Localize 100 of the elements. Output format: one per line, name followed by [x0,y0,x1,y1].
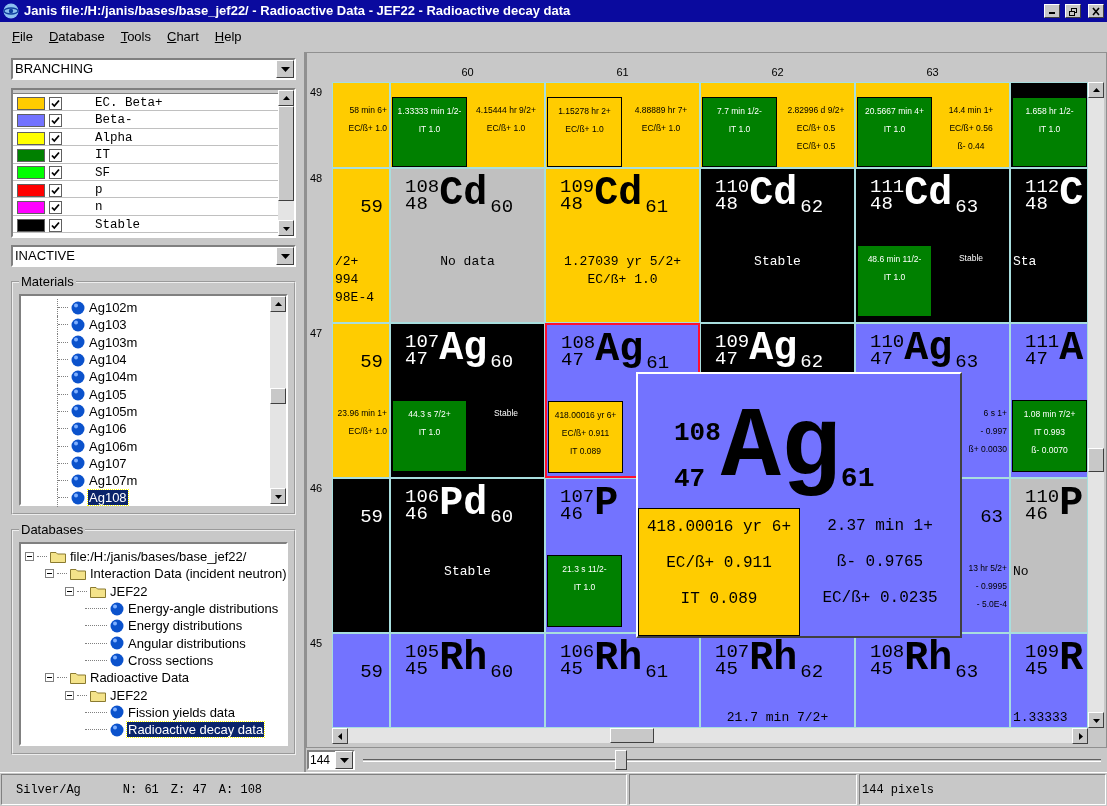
status-text: N: 61 [122,781,159,799]
element-symbol: P [594,484,619,524]
atomic-number: 45 [715,661,739,678]
decay-text: Stable [958,252,984,265]
decay-text: EC/ß+ 0.56 [949,122,993,135]
legend-label: IT [94,147,110,165]
row-label: 48 [310,172,323,184]
decay-text: ß- 0.9765 [835,552,925,573]
neutron-number: 59 [360,505,383,530]
mass-number: 109 [715,334,750,351]
mass-number: 107 [405,334,440,351]
element-symbol: Ag [904,329,953,369]
decay-text: 13 hr 5/2+ [968,562,1007,575]
decay-text: EC/ß+ 0.5 [796,140,836,153]
decay-text: ß+ 0.0030 [968,443,1007,456]
decay-text: 98E-4 [335,289,374,307]
decay-text: ß- 0.44 [957,140,985,153]
decay-text: IT 1.0 [573,581,596,594]
element-symbol: Pd [439,484,488,524]
neutron-number: 59 [360,660,383,685]
atomic-number: 48 [870,196,894,213]
decay-text: IT 0.993 [1033,426,1065,439]
mass-number: 111 [1025,334,1060,351]
decay-text: 6 s 1+ [983,407,1007,420]
decay-text: 2.82996 d 9/2+ [787,104,845,117]
element-symbol: Ag [595,330,644,370]
row-label: 49 [310,86,323,98]
neutron-number: 63 [955,195,979,220]
mass-number: 106 [560,644,595,661]
element-symbol: Cd [749,174,798,214]
decay-text: No [1013,563,1029,581]
decay-text: 4.15444 hr 9/2+ [476,104,536,117]
atomic-number: 46 [560,506,584,523]
decay-text: IT 1.0 [1038,123,1061,136]
row-label: 47 [310,327,323,339]
atomic-number: 47 [561,352,585,369]
neutron-number: 61 [645,660,669,685]
window-title: Janis file:/H:/janis/bases/base_jef22/ - Radioactive Data - JEF22 - Radioactive decay data [24,2,572,21]
element-symbol: C [1059,174,1084,214]
element-symbol: Cd [594,174,643,214]
atomic-number: 48 [560,196,584,213]
status-text: Z: 47 [170,781,207,799]
mass-number: 110 [1025,489,1060,506]
decay-text: 4.88889 hr 7+ [634,104,688,117]
element-symbol: A [1059,329,1084,369]
atomic-number: 48 [405,196,429,213]
element-symbol: Ag [439,329,488,369]
row-label: 46 [310,482,323,494]
legend-label: n [94,199,103,217]
column-label: 62 [770,64,785,80]
neutron-number: 61 [646,351,670,376]
status-text: A: 108 [218,781,263,799]
element-symbol: Rh [439,639,488,679]
decay-text: /2+ [335,253,359,271]
decay-text: 58 min 6+ [349,104,387,117]
element-symbol: Rh [904,639,953,679]
neutron-number: 62 [800,660,824,685]
decay-text: IT 1.0 [883,123,906,136]
decay-text: EC/ß+ 1.0 [587,271,658,289]
atomic-number: 45 [405,661,429,678]
mass-number: 112 [1025,179,1060,196]
decay-text: 1.27039 yr 5/2+ [564,253,681,271]
legend-label: SF [94,164,110,182]
decay-text: 418.00016 yr 6+ [554,409,617,422]
legend-label: Stable [94,216,140,234]
decay-text: 20.5667 min 4+ [865,105,924,118]
decay-text: 48.6 min 11/2- [867,253,922,266]
column-label: 63 [925,64,940,80]
decay-text: IT 1.0 [728,123,751,136]
status-text: Silver/Ag [16,781,81,799]
element-symbol: P [1059,484,1084,524]
mass-number: 110 [870,334,905,351]
neutron-number: 63 [955,350,979,375]
atomic-number: 45 [560,661,584,678]
decay-text: Stable [754,253,801,271]
decay-text: - 0.9995 [975,580,1007,593]
neutron-number: 61 [645,195,669,220]
neutron-number: 63 [980,505,1003,530]
mass-number: 110 [715,179,750,196]
decay-text: 1.08 min 7/2+ [1023,408,1076,421]
neutron-number: 60 [490,195,514,220]
neutron-number: 60 [490,505,514,530]
decay-text: 21.3 s 11/2- [562,563,607,576]
decay-text: Stable [444,563,491,581]
decay-text: 1.33333 min 1/2- [397,105,462,118]
decay-text: - 5.0E-4 [976,598,1007,611]
neutron-number: 59 [360,195,383,220]
neutron-number: 63 [955,660,979,685]
mass-number: 106 [405,489,440,506]
decay-text: 14.4 min 1+ [948,104,994,117]
neutron-number: 61 [840,462,875,496]
legend-label: Alpha [94,129,133,147]
decay-text: IT 1.0 [883,271,906,284]
mass-number: 108 [405,179,440,196]
mass-number: 108 [561,335,596,352]
atomic-number: 47 [715,351,739,368]
neutron-number: 62 [800,350,824,375]
decay-text: EC/ß+ 0.0235 [821,588,939,609]
decay-text: No data [440,253,495,271]
element-symbol: Rh [594,639,643,679]
